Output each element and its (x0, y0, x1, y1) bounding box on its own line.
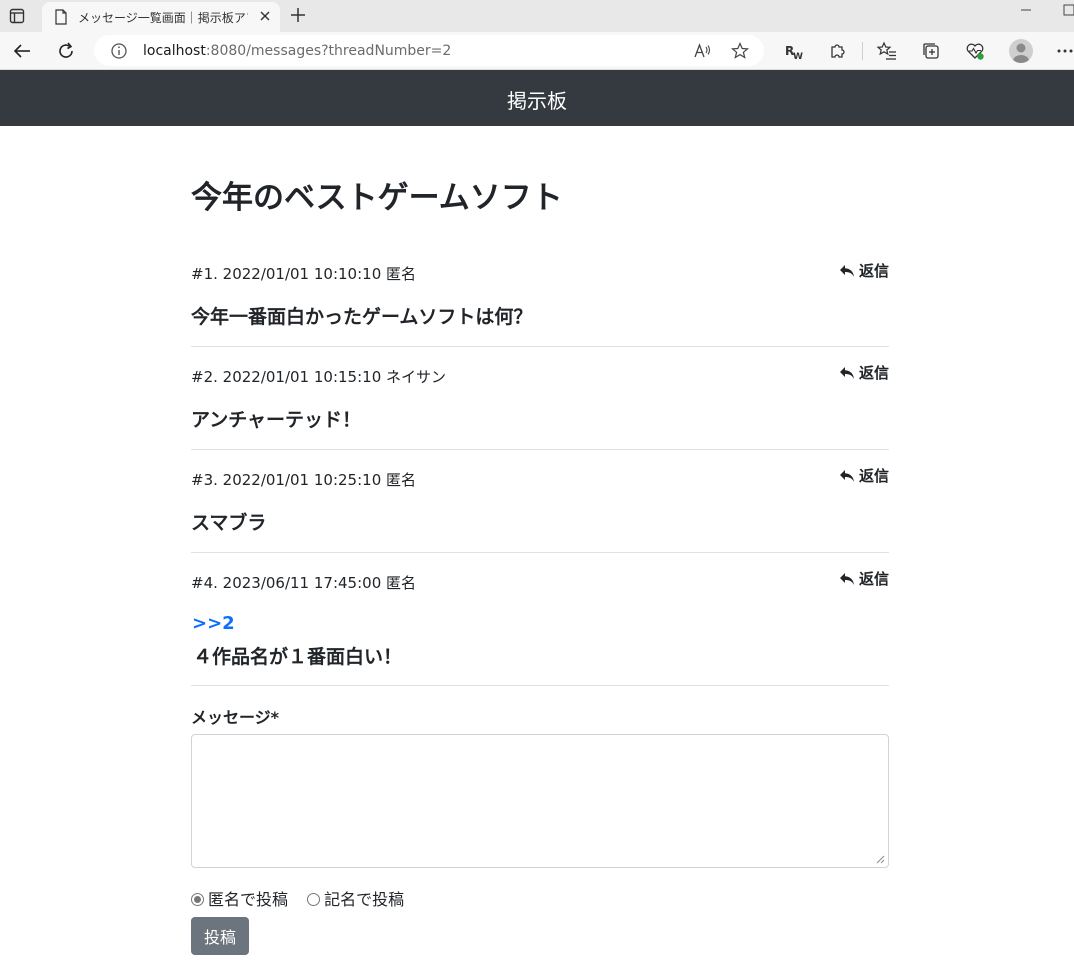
message-body: ４作品名が１番面白い！ (193, 646, 403, 668)
reply-button[interactable]: 返信 (839, 260, 889, 281)
message-body: アンチャーテッド！ (191, 409, 362, 431)
refresh-icon[interactable] (55, 40, 77, 62)
message-item: #4. 2023/06/11 17:45:00 匿名 返信 >>2 ４作品名が１… (191, 553, 889, 686)
message-meta: #1. 2022/01/01 10:10:10 匿名 (191, 265, 417, 283)
reply-button[interactable]: 返信 (839, 465, 889, 486)
radio-anonymous-label: 匿名で投稿 (208, 890, 289, 909)
reply-arrow-icon (839, 573, 854, 585)
tab-actions-icon[interactable] (8, 7, 26, 25)
svg-text:W: W (793, 52, 803, 62)
thread-title: 今年のベストゲームソフト (191, 180, 563, 216)
message-label: メッセージ* (191, 708, 280, 727)
favorites-icon[interactable] (876, 40, 898, 62)
reply-arrow-icon (839, 265, 854, 277)
url-text[interactable]: localhost:8080/messages?threadNumber=2 (143, 43, 451, 59)
address-bar[interactable]: localhost:8080/messages?threadNumber=2 (94, 35, 764, 66)
maximize-icon[interactable] (1062, 2, 1074, 18)
radio-anonymous[interactable]: 匿名で投稿 (191, 886, 288, 910)
more-icon[interactable] (1054, 40, 1074, 62)
message-meta: #4. 2023/06/11 17:45:00 匿名 (191, 574, 417, 592)
browser-tab-bar: メッセージ一覧画面｜掲示板アプリ (0, 0, 1074, 32)
close-icon[interactable] (256, 7, 274, 25)
message-meta: #3. 2022/01/01 10:25:10 匿名 (191, 471, 417, 489)
reply-button[interactable]: 返信 (839, 362, 889, 383)
url-path: :8080/messages?threadNumber=2 (205, 43, 452, 59)
reply-label: 返信 (858, 570, 889, 588)
reader-icon[interactable]: R W (783, 40, 805, 62)
plus-icon[interactable] (288, 5, 308, 25)
info-icon[interactable] (110, 42, 128, 60)
message-body: スマブラ (191, 512, 267, 534)
puzzle-icon[interactable] (827, 40, 849, 62)
tab-title: メッセージ一覧画面｜掲示板アプリ (78, 11, 248, 25)
browser-toolbar: localhost:8080/messages?threadNumber=2 R… (0, 32, 1074, 70)
browser-tab[interactable]: メッセージ一覧画面｜掲示板アプリ (42, 2, 280, 32)
toolbar-separator (862, 42, 863, 60)
navbar-brand[interactable]: 掲示板 (0, 85, 1074, 114)
star-icon[interactable] (730, 41, 750, 61)
message-body: 今年一番面白かったゲームソフトは何？ (191, 306, 533, 328)
heart-pulse-icon[interactable] (964, 40, 986, 62)
submit-button[interactable]: 投稿 (191, 917, 249, 955)
collections-icon[interactable] (920, 40, 942, 62)
reply-anchor-link[interactable]: >>2 (192, 613, 235, 634)
reply-label: 返信 (858, 467, 889, 485)
message-item: #3. 2022/01/01 10:25:10 匿名 返信 スマブラ (191, 450, 889, 553)
radio-named-label: 記名で投稿 (324, 890, 405, 909)
post-mode-radio-group: 匿名で投稿 記名で投稿 (191, 886, 418, 910)
reply-arrow-icon (839, 470, 854, 482)
site-navbar: 掲示板 (0, 70, 1074, 126)
resize-grip-icon[interactable] (875, 854, 885, 864)
message-item: #2. 2022/01/01 10:15:10 ネイサン 返信 アンチャーテッド… (191, 347, 889, 450)
reply-label: 返信 (858, 364, 889, 382)
url-host: localhost (143, 43, 206, 59)
read-aloud-icon[interactable] (692, 41, 712, 61)
radio-unchecked-icon[interactable] (307, 893, 321, 906)
radio-checked-icon[interactable] (191, 893, 204, 906)
page-icon (55, 9, 67, 25)
reply-label: 返信 (858, 262, 889, 280)
radio-named[interactable]: 記名で投稿 (307, 886, 404, 910)
message-meta: #2. 2022/01/01 10:15:10 ネイサン (191, 368, 447, 386)
minimize-icon[interactable] (1018, 2, 1034, 18)
profile-icon[interactable] (1009, 39, 1033, 63)
reply-button[interactable]: 返信 (839, 568, 889, 589)
message-textarea[interactable] (191, 734, 889, 868)
reply-arrow-icon (839, 367, 854, 379)
message-item: #1. 2022/01/01 10:10:10 匿名 返信 今年一番面白かったゲ… (191, 250, 889, 347)
back-arrow-icon[interactable] (11, 40, 33, 62)
